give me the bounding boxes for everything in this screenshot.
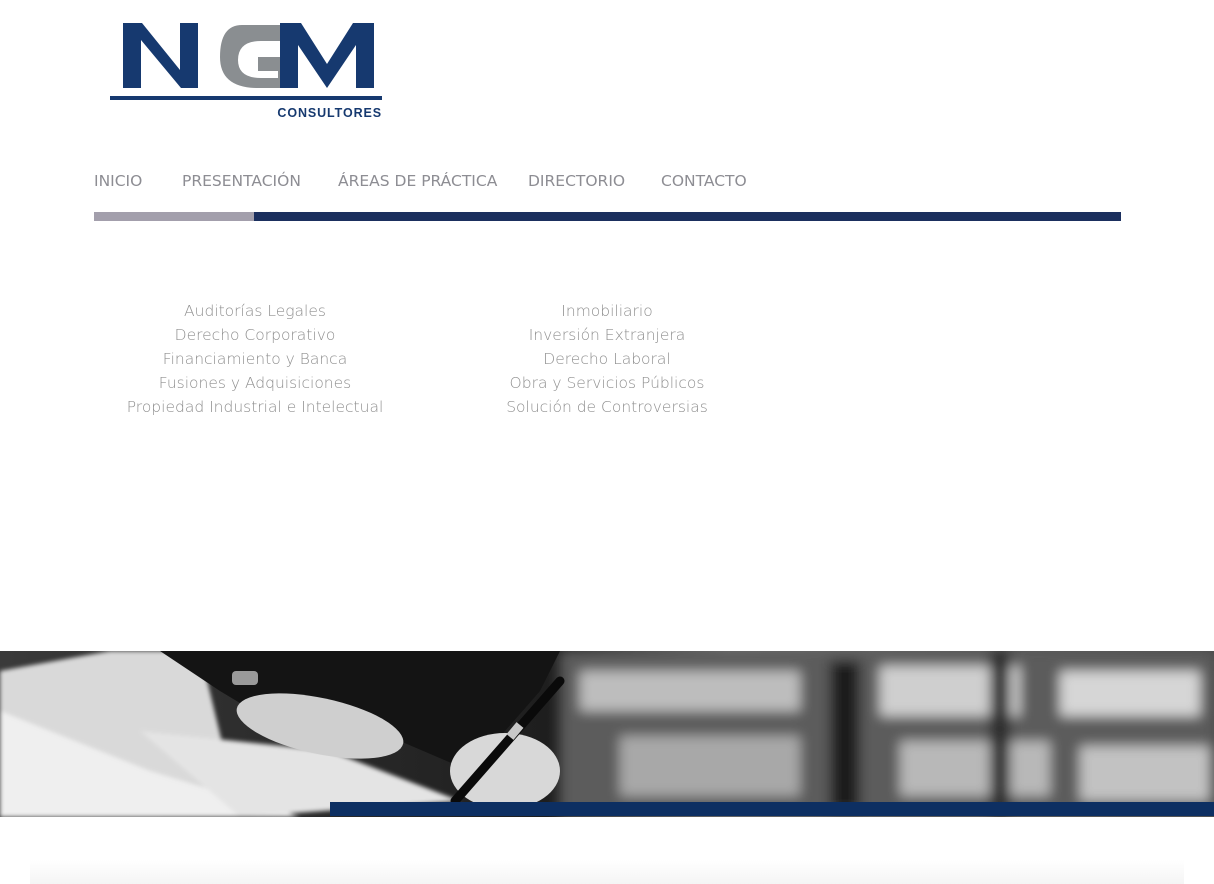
banner-accent-stripe [330,802,1214,816]
practice-area-link[interactable]: Inmobiliario [457,300,757,324]
practice-area-link[interactable]: Derecho Corporativo [105,324,405,348]
nav-item-presentacion[interactable]: PRESENTACIÓN [182,172,301,190]
practice-area-link[interactable]: Solución de Controversias [457,396,757,420]
nav-item-contacto[interactable]: CONTACTO [661,172,747,190]
practice-area-link[interactable]: Fusiones y Adquisiciones [105,372,405,396]
nav-item-directorio[interactable]: DIRECTORIO [528,172,625,190]
practice-area-link[interactable]: Derecho Laboral [457,348,757,372]
logo[interactable]: CONSULTORES [108,20,388,124]
footer-shadow [30,860,1184,884]
practice-area-link[interactable]: Auditorías Legales [105,300,405,324]
nav-item-areas-de-practica[interactable]: ÁREAS DE PRÁCTICA [338,172,497,190]
practice-areas-left-column: Auditorías Legales Derecho Corporativo F… [105,300,405,420]
practice-area-link[interactable]: Propiedad Industrial e Intelectual [105,396,405,420]
nav-active-indicator [94,212,254,221]
practice-areas-right-column: Inmobiliario Inversión Extranjera Derech… [457,300,757,420]
logo-subtitle: CONSULTORES [277,106,382,120]
nav-item-inicio[interactable]: INICIO [94,172,142,190]
signing-document-photo [0,651,1214,817]
practice-area-link[interactable]: Inversión Extranjera [457,324,757,348]
practice-area-link[interactable]: Financiamiento y Banca [105,348,405,372]
practice-area-link[interactable]: Obra y Servicios Públicos [457,372,757,396]
banner-image [0,651,1214,817]
nav-rule [254,212,1121,221]
